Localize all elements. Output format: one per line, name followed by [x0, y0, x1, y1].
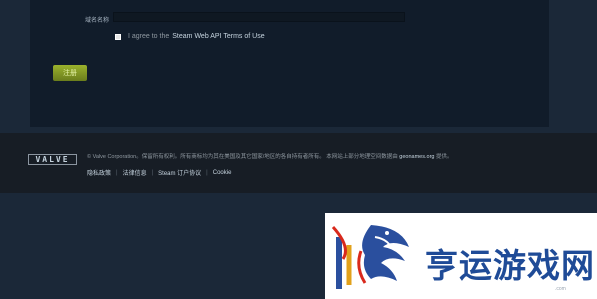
watermark-url: .com [555, 286, 566, 292]
agree-terms-checkbox[interactable] [115, 33, 121, 40]
valve-logo: VALVE [28, 154, 77, 165]
terms-of-use-link[interactable]: Steam Web API Terms of Use [172, 33, 264, 40]
link-separator: | [206, 169, 208, 176]
domain-name-label: 域名名称 [85, 18, 110, 24]
link-separator: | [116, 169, 118, 176]
copyright-text: © Valve Corporation。保留所有权利。所有商标均为其在美国及其它… [87, 154, 398, 160]
copyright-suffix: 提供。 [436, 154, 453, 160]
cookie-link[interactable]: Cookie [213, 170, 232, 176]
footer-copyright: © Valve Corporation。保留所有权利。所有商标均为其在美国及其它… [87, 152, 567, 160]
link-separator: | [151, 169, 154, 176]
agree-terms-text: I agree to the [128, 33, 170, 40]
terms-agreement-row: I agree to the Steam Web API Terms of Us… [115, 33, 265, 40]
footer-links: 隐私政策 | 法律信息 | Steam 订户协议 | Cookie [87, 168, 232, 178]
site-watermark: 亨运游戏网 .com [325, 213, 597, 299]
privacy-policy-link[interactable]: 隐私政策 [87, 168, 111, 177]
register-button[interactable]: 注册 [53, 65, 87, 81]
dragon-logo-icon [331, 225, 409, 289]
geonames-link[interactable]: geonames.org [399, 154, 434, 160]
legal-info-link[interactable]: 法律信息 [123, 168, 147, 177]
footer: VALVE © Valve Corporation。保留所有权利。所有商标均为其… [0, 133, 597, 193]
watermark-text: 亨运游戏网 [425, 246, 595, 285]
subscriber-agreement-link[interactable]: Steam 订户协议 [158, 168, 201, 177]
domain-name-input[interactable] [113, 12, 405, 22]
